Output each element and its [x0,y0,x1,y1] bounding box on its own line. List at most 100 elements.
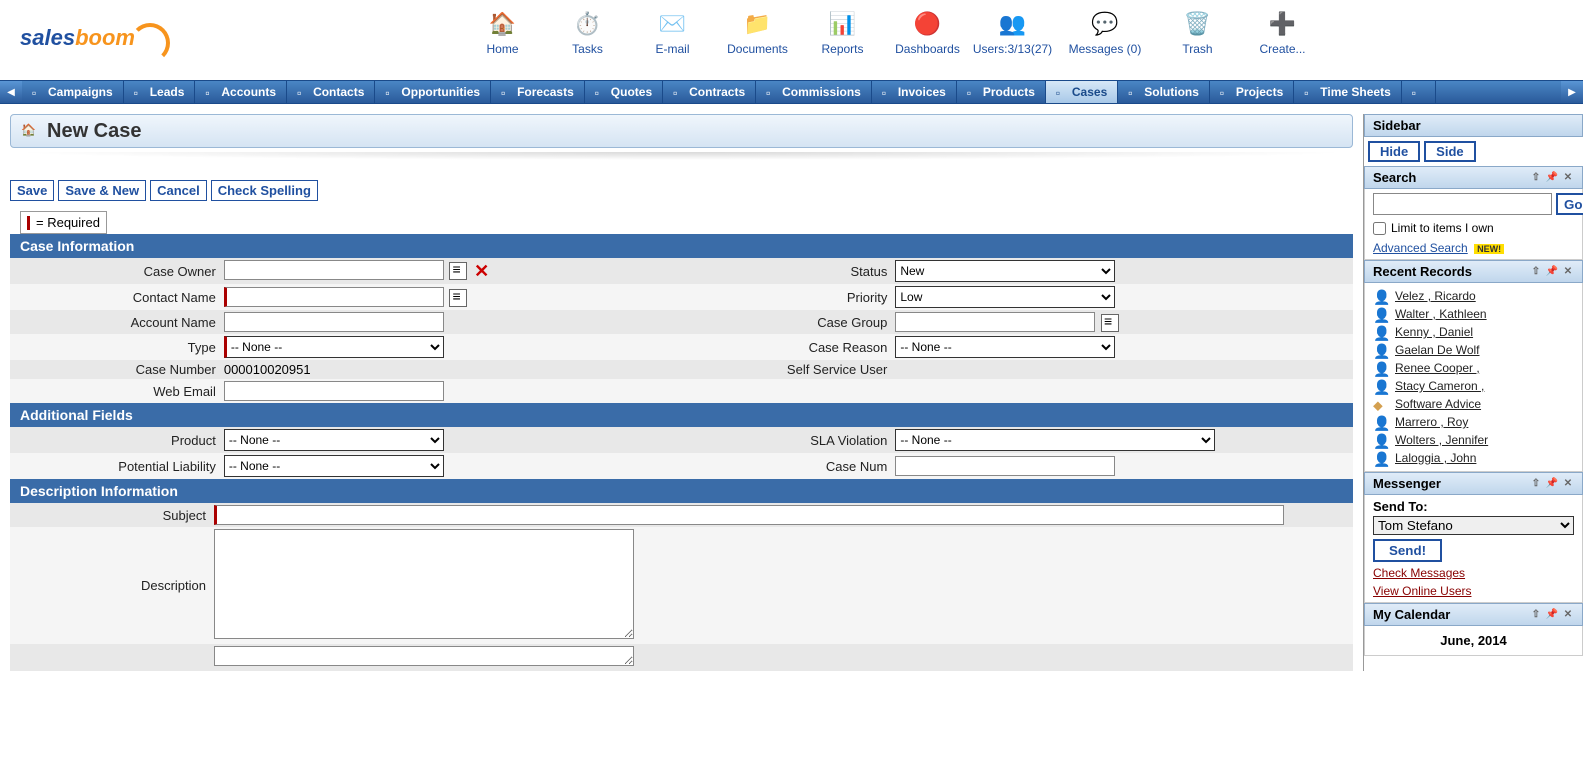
tab-commissions[interactable]: ▫Commissions [756,81,872,103]
search-up-icon[interactable]: ⇧ [1530,172,1542,184]
search-input[interactable] [1373,193,1552,215]
account-name-input[interactable] [224,312,444,332]
tab-quotes[interactable]: ▫Quotes [585,81,663,103]
tab-icon: ▫ [1128,86,1141,99]
case-group-lookup-icon[interactable] [1101,314,1119,332]
send-button[interactable]: Send! [1373,539,1442,562]
calendar-up-icon[interactable]: ⇧ [1530,609,1542,621]
subject-input[interactable] [214,505,1284,525]
advanced-search-link[interactable]: Advanced Search [1373,241,1468,255]
extra-textarea[interactable] [214,646,634,666]
sla-violation-select[interactable]: -- None -- [895,429,1215,451]
tab-contracts[interactable]: ▫Contracts [663,81,756,103]
messages-nav[interactable]: 💬Messages (0) [1055,8,1155,56]
messenger-pin-icon[interactable]: 📌 [1546,478,1558,490]
priority-select[interactable]: Low [895,286,1115,308]
tab-cases[interactable]: ▫Cases [1046,81,1118,103]
type-select[interactable]: -- None -- [224,336,444,358]
tab-products[interactable]: ▫Products [957,81,1046,103]
recent-link[interactable]: Marrero , Roy [1395,415,1468,429]
recent-link[interactable]: Velez , Ricardo [1395,289,1476,303]
recent-item: 👤Stacy Cameron , [1373,377,1574,395]
description-label: Description [10,527,210,644]
case-num-label: Case Num [682,453,892,479]
tab-icon: ▫ [766,86,779,99]
save-button[interactable]: Save [10,180,54,201]
tab-opportunities[interactable]: ▫Opportunities [375,81,491,103]
nav-scroll-right[interactable]: ▶ [1561,81,1583,103]
tab-forecasts[interactable]: ▫Forecasts [491,81,585,103]
case-group-input[interactable] [895,312,1095,332]
sidebar-side-button[interactable]: Side [1424,141,1475,162]
recent-link[interactable]: Renee Cooper , [1395,361,1480,375]
search-go-button[interactable]: Go [1556,193,1583,215]
recent-link[interactable]: Kenny , Daniel [1395,325,1473,339]
check-messages-link[interactable]: Check Messages [1373,566,1574,580]
sidebar: Sidebar Hide Side Search ⇧📌✕ Go Limit to… [1363,114,1583,671]
tasks-nav[interactable]: ⏱️Tasks [545,8,630,56]
tab-campaigns[interactable]: ▫Campaigns [22,81,124,103]
calendar-close-icon[interactable]: ✕ [1562,609,1574,621]
recent-up-icon[interactable]: ⇧ [1530,266,1542,278]
case-reason-select[interactable]: -- None -- [895,336,1115,358]
check-spelling-button[interactable]: Check Spelling [211,180,318,201]
calendar-pin-icon[interactable]: 📌 [1546,609,1558,621]
web-email-input[interactable] [224,381,444,401]
tab-leads[interactable]: ▫Leads [124,81,196,103]
messenger-up-icon[interactable]: ⇧ [1530,478,1542,490]
person-icon: 👤 [1373,307,1387,321]
title-shadow [10,152,1353,160]
recent-pin-icon[interactable]: 📌 [1546,266,1558,278]
recent-link[interactable]: Walter , Kathleen [1395,307,1487,321]
description-textarea[interactable] [214,529,634,639]
home-icon: 🏠 [487,8,519,40]
messenger-close-icon[interactable]: ✕ [1562,478,1574,490]
tab-projects[interactable]: ▫Projects [1210,81,1294,103]
tab-label: Commissions [782,85,861,99]
self-service-label: Self Service User [682,360,892,379]
nav-scroll-left[interactable]: ◀ [0,81,22,103]
status-select[interactable]: New [895,260,1115,282]
tab-solutions[interactable]: ▫Solutions [1118,81,1210,103]
search-pin-icon[interactable]: 📌 [1546,172,1558,184]
tasks-label: Tasks [572,42,603,56]
email-nav[interactable]: ✉️E-mail [630,8,715,56]
person-icon: ⬥ [1373,397,1387,411]
case-num-input[interactable] [895,456,1115,476]
create-nav[interactable]: ➕Create... [1240,8,1325,56]
trash-nav[interactable]: 🗑️Trash [1155,8,1240,56]
recent-link[interactable]: Laloggia , John [1395,451,1476,465]
reports-nav[interactable]: 📊Reports [800,8,885,56]
recent-link[interactable]: Software Advice [1395,397,1481,411]
view-online-users-link[interactable]: View Online Users [1373,584,1574,598]
case-owner-input[interactable] [224,260,444,280]
logo[interactable]: salesboom [20,8,200,68]
documents-nav[interactable]: 📁Documents [715,8,800,56]
send-to-select[interactable]: Tom Stefano [1373,516,1574,535]
tab-contacts[interactable]: ▫Contacts [287,81,375,103]
tab-time-sheets[interactable]: ▫Time Sheets [1294,81,1401,103]
tab-more[interactable]: ▫ [1402,81,1436,103]
cancel-button[interactable]: Cancel [150,180,207,201]
product-select[interactable]: -- None -- [224,429,444,451]
users-nav[interactable]: 👥Users:3/13(27) [970,8,1055,56]
home-nav[interactable]: 🏠Home [460,8,545,56]
case-owner-clear-icon[interactable]: ✕ [474,261,489,281]
contact-name-input[interactable] [224,287,444,307]
recent-link[interactable]: Wolters , Jennifer [1395,433,1488,447]
case-group-label: Case Group [682,310,892,334]
tab-accounts[interactable]: ▫Accounts [195,81,287,103]
save-new-button[interactable]: Save & New [58,180,146,201]
dashboards-nav[interactable]: 🔴Dashboards [885,8,970,56]
recent-link[interactable]: Gaelan De Wolf [1395,343,1480,357]
sidebar-hide-button[interactable]: Hide [1368,141,1420,162]
search-close-icon[interactable]: ✕ [1562,172,1574,184]
limit-checkbox[interactable] [1373,222,1386,235]
send-to-label: Send To: [1373,499,1574,514]
recent-link[interactable]: Stacy Cameron , [1395,379,1484,393]
tab-invoices[interactable]: ▫Invoices [872,81,957,103]
recent-close-icon[interactable]: ✕ [1562,266,1574,278]
potential-liability-select[interactable]: -- None -- [224,455,444,477]
case-owner-lookup-icon[interactable] [449,262,467,280]
contact-name-lookup-icon[interactable] [449,289,467,307]
